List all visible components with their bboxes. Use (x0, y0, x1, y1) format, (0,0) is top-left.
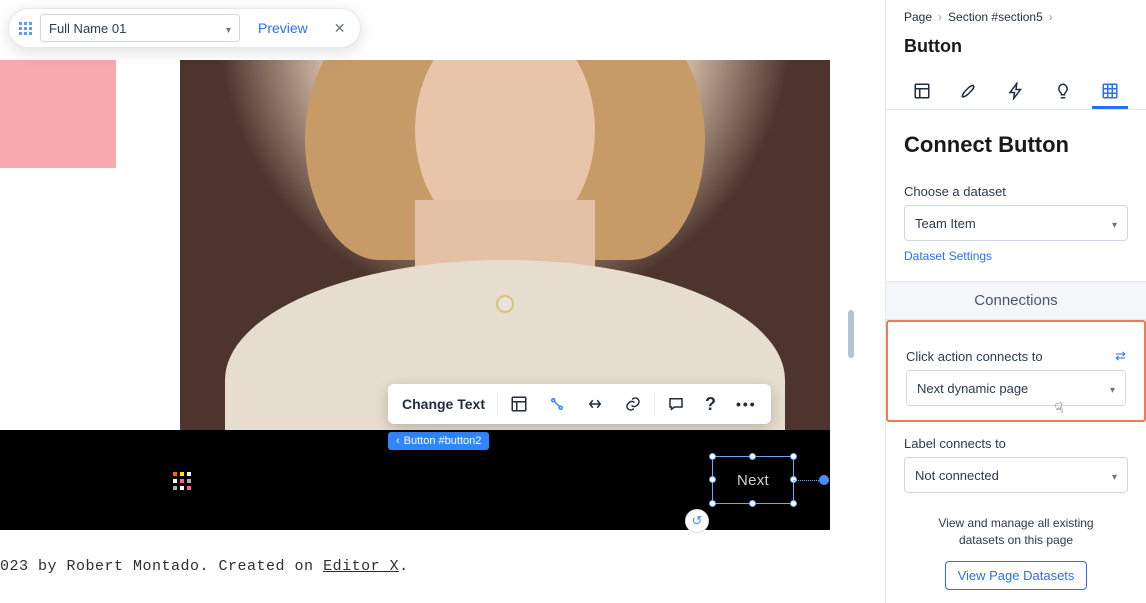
drag-grip-icon[interactable] (19, 22, 32, 35)
connections-header: Connections (886, 281, 1146, 320)
canvas-area: Next ↺ ‹ Button #button2 Change Text (0, 0, 885, 603)
selected-next-button[interactable]: Next (712, 456, 794, 504)
dataset-settings-link[interactable]: Dataset Settings (904, 249, 1128, 263)
tab-idea[interactable] (1045, 75, 1081, 109)
link-icon[interactable] (614, 384, 652, 424)
resize-handle-ne[interactable] (790, 453, 797, 460)
chevron-left-icon: ‹ (396, 435, 400, 447)
chevron-down-icon (226, 21, 231, 36)
datasets-note: View and manage all existing datasets on… (886, 515, 1146, 549)
record-selector-value: Full Name 01 (49, 21, 126, 36)
preview-pill: Full Name 01 Preview ✕ (8, 8, 361, 48)
tab-data[interactable] (1092, 75, 1128, 109)
hero-image (180, 60, 830, 430)
stretch-icon[interactable] (576, 384, 614, 424)
separator (654, 393, 655, 415)
record-selector[interactable]: Full Name 01 (40, 14, 240, 42)
breadcrumb: Page › Section #section5 › (886, 0, 1146, 30)
more-icon[interactable]: ••• (726, 384, 767, 424)
section-title: Connect Button (886, 110, 1146, 170)
design-icon[interactable] (538, 384, 576, 424)
panel-tabs (886, 71, 1146, 110)
change-text-button[interactable]: Change Text (392, 384, 495, 424)
click-action-select[interactable]: Next dynamic page (906, 370, 1126, 406)
dataset-select[interactable]: Team Item (904, 205, 1128, 241)
change-text-label: Change Text (402, 396, 485, 412)
element-tag[interactable]: ‹ Button #button2 (388, 432, 489, 450)
click-action-label: Click action connects to (906, 349, 1043, 364)
footer-editor-link[interactable]: Editor X (323, 558, 399, 575)
label-connects-select[interactable]: Not connected (904, 457, 1128, 493)
breadcrumb-page[interactable]: Page (904, 10, 932, 24)
tab-design[interactable] (951, 75, 987, 109)
selection-anchor[interactable] (819, 475, 829, 485)
chevron-right-icon: › (938, 10, 942, 24)
close-icon[interactable]: ✕ (326, 20, 354, 37)
label-connects-value: Not connected (915, 468, 999, 483)
grid-logo-icon (173, 472, 195, 494)
swap-icon[interactable]: ⇄ (1115, 348, 1126, 364)
resize-handle-n[interactable] (749, 453, 756, 460)
element-tag-label: Button #button2 (404, 435, 482, 447)
dataset-select-value: Team Item (915, 216, 976, 231)
breadcrumb-section[interactable]: Section #section5 (948, 10, 1043, 24)
footer-prefix: 023 by Robert Montado. Created on (0, 558, 323, 575)
preview-link[interactable]: Preview (240, 20, 326, 36)
help-icon[interactable]: ? (695, 384, 726, 424)
panel-title: Button (886, 30, 1146, 71)
resize-handle-w[interactable] (709, 476, 716, 483)
tab-layout[interactable] (904, 75, 940, 109)
tab-animation[interactable] (998, 75, 1034, 109)
footer-suffix: . (399, 558, 409, 575)
chevron-down-icon (1112, 216, 1117, 231)
chevron-down-icon (1110, 381, 1115, 396)
resize-handle-sw[interactable] (709, 500, 716, 507)
floating-toolbar: Change Text ? ••• (388, 384, 771, 424)
pink-shape (0, 60, 116, 168)
separator (497, 393, 498, 415)
right-panel: Page › Section #section5 › Button Connec… (885, 0, 1146, 603)
selected-button-label: Next (737, 472, 769, 489)
resize-handle-nw[interactable] (709, 453, 716, 460)
footer-text: 023 by Robert Montado. Created on Editor… (0, 558, 409, 575)
resize-handle-se[interactable] (790, 500, 797, 507)
canvas-scrollbar[interactable] (848, 310, 854, 358)
view-page-datasets-button[interactable]: View Page Datasets (945, 561, 1088, 590)
layout-icon[interactable] (500, 384, 538, 424)
click-action-label-row: Click action connects to ⇄ (888, 334, 1144, 370)
resize-handle-s[interactable] (749, 500, 756, 507)
chevron-down-icon (1112, 468, 1117, 483)
label-connects-label: Label connects to (886, 422, 1146, 457)
comment-icon[interactable] (657, 384, 695, 424)
click-action-highlight: Click action connects to ⇄ Next dynamic … (886, 320, 1146, 422)
click-action-value: Next dynamic page (917, 381, 1028, 396)
undo-badge[interactable]: ↺ (685, 509, 709, 533)
dataset-label: Choose a dataset (886, 170, 1146, 205)
chevron-right-icon: › (1049, 10, 1053, 24)
